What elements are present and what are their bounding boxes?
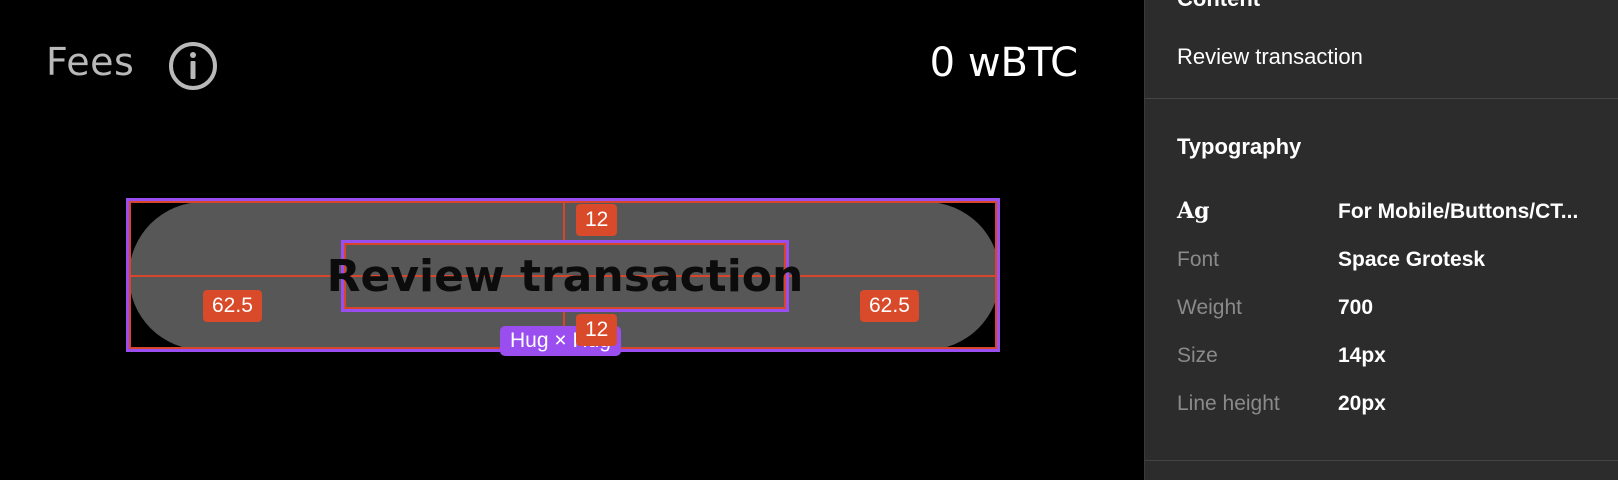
padding-right-badge: 62.5 bbox=[860, 290, 919, 322]
padding-left-badge: 62.5 bbox=[203, 290, 262, 322]
padding-bottom-badge: 12 bbox=[576, 314, 618, 346]
weight-value[interactable]: 700 bbox=[1338, 296, 1373, 320]
inspector-panel: Content Review transaction Typography Ag… bbox=[1144, 0, 1618, 480]
text-style-name[interactable]: For Mobile/Buttons/CT... bbox=[1338, 200, 1578, 224]
fees-label: Fees bbox=[46, 40, 135, 84]
font-label: Font bbox=[1177, 248, 1220, 271]
fee-amount: 0 wBTC bbox=[929, 40, 1078, 86]
line-height-label: Line height bbox=[1177, 392, 1280, 415]
typography-section-title: Typography bbox=[1177, 134, 1302, 159]
size-value[interactable]: 14px bbox=[1338, 344, 1386, 368]
design-canvas[interactable]: Fees 0 wBTC Review transaction 12 62.5 6… bbox=[0, 0, 1144, 480]
font-value[interactable]: Space Grotesk bbox=[1338, 248, 1485, 272]
button-label[interactable]: Review transaction bbox=[327, 240, 804, 312]
info-icon[interactable] bbox=[167, 40, 219, 92]
section-divider-bottom bbox=[1145, 460, 1618, 461]
size-label: Size bbox=[1177, 344, 1218, 367]
content-value[interactable]: Review transaction bbox=[1177, 44, 1363, 70]
content-section-title: Content bbox=[1177, 0, 1260, 12]
top-padding-guide bbox=[563, 201, 565, 241]
section-divider bbox=[1145, 98, 1618, 99]
weight-label: Weight bbox=[1177, 296, 1242, 319]
padding-top-badge: 12 bbox=[576, 204, 618, 236]
text-style-icon: Ag bbox=[1177, 198, 1210, 224]
line-height-value[interactable]: 20px bbox=[1338, 392, 1386, 416]
